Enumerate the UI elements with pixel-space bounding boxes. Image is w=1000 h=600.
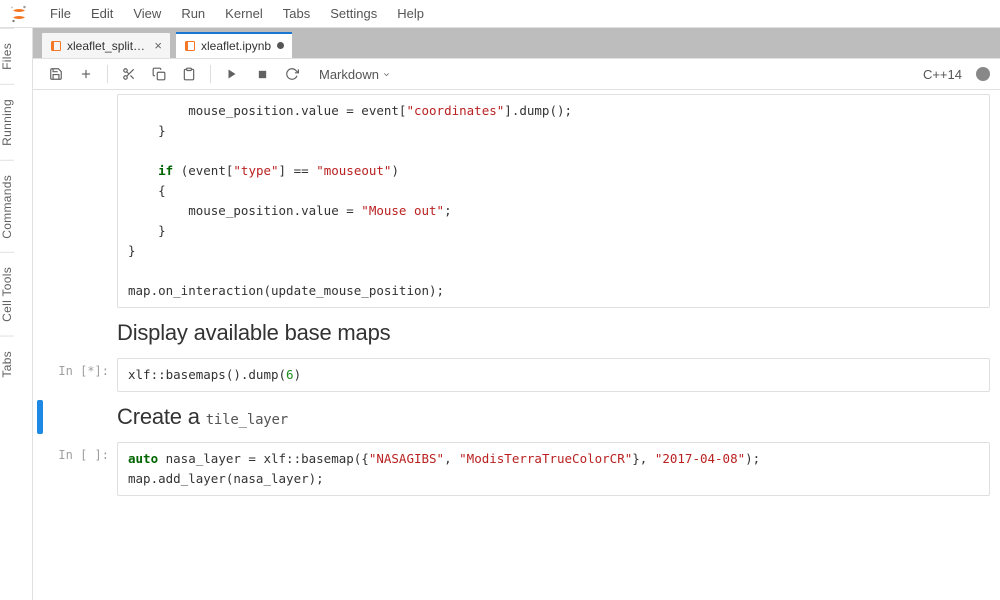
cell-content: Create a tile_layer [117, 400, 990, 434]
main-panel: xleaflet_split_m × xleaflet.ipynb Markdown… [33, 28, 1000, 600]
doc-tab[interactable]: xleaflet_split_m × [41, 32, 171, 58]
doc-tab[interactable]: xleaflet.ipynb [175, 32, 293, 58]
doc-tab-label: xleaflet_split_m [67, 39, 148, 53]
kernel-name[interactable]: C++14 [923, 67, 962, 82]
cell-content: auto nasa_layer = xlf::basemap({"NASAGIB… [117, 442, 990, 496]
close-icon[interactable]: × [154, 38, 162, 53]
jupyter-logo [8, 3, 30, 25]
cell-type-label: Markdown [319, 67, 379, 82]
cell-prompt [43, 94, 117, 308]
cell-type-select[interactable]: Markdown [315, 65, 395, 84]
insert-cell-button[interactable] [73, 61, 99, 87]
notebook-icon [184, 40, 196, 52]
sidebar-tab-tabs[interactable]: Tabs [0, 336, 14, 392]
cell-prompt: In [ ]: [43, 442, 117, 496]
kernel-status-indicator[interactable] [976, 67, 990, 81]
left-sidebar: FilesRunningCommandsCell ToolsTabs [0, 28, 33, 600]
paste-button[interactable] [176, 61, 202, 87]
cell-content: xlf::basemaps().dump(6) [117, 358, 990, 392]
menu-tabs[interactable]: Tabs [273, 2, 320, 25]
doc-tab-label: xleaflet.ipynb [201, 39, 271, 53]
unsaved-indicator [277, 42, 284, 49]
save-button[interactable] [43, 61, 69, 87]
code-cell[interactable]: In [ ]:auto nasa_layer = xlf::basemap({"… [37, 438, 990, 500]
markdown-heading: Create a tile_layer [117, 400, 990, 434]
markdown-cell[interactable]: Create a tile_layer [37, 396, 990, 438]
code-cell[interactable]: mouse_position.value = event["coordinate… [37, 90, 990, 312]
cell-content: mouse_position.value = event["coordinate… [117, 94, 990, 308]
menu-run[interactable]: Run [171, 2, 215, 25]
chevron-down-icon [382, 70, 391, 79]
menu-settings[interactable]: Settings [320, 2, 387, 25]
cell-content: Display available base maps [117, 316, 990, 350]
restart-button[interactable] [279, 61, 305, 87]
sidebar-tab-files[interactable]: Files [0, 28, 14, 84]
stop-button[interactable] [249, 61, 275, 87]
notebook-body[interactable]: mouse_position.value = event["coordinate… [33, 90, 1000, 600]
menu-edit[interactable]: Edit [81, 2, 123, 25]
sidebar-tab-running[interactable]: Running [0, 84, 14, 160]
markdown-cell[interactable]: Display available base maps [37, 312, 990, 354]
copy-button[interactable] [146, 61, 172, 87]
notebook-icon [50, 40, 62, 52]
markdown-heading: Display available base maps [117, 316, 990, 350]
inline-code: tile_layer [206, 412, 288, 428]
top-menu-bar: FileEditViewRunKernelTabsSettingsHelp [0, 0, 1000, 28]
code-cell[interactable]: In [*]:xlf::basemaps().dump(6) [37, 354, 990, 396]
notebook-toolbar: Markdown C++14 [33, 58, 1000, 90]
cell-prompt [43, 316, 117, 350]
tab-bar: xleaflet_split_m × xleaflet.ipynb [33, 28, 1000, 58]
sidebar-tab-commands[interactable]: Commands [0, 160, 14, 253]
cell-prompt [43, 400, 117, 434]
sidebar-tab-cell-tools[interactable]: Cell Tools [0, 252, 14, 336]
menu-help[interactable]: Help [387, 2, 434, 25]
cut-button[interactable] [116, 61, 142, 87]
run-button[interactable] [219, 61, 245, 87]
menu-view[interactable]: View [123, 2, 171, 25]
menu-file[interactable]: File [40, 2, 81, 25]
menu-kernel[interactable]: Kernel [215, 2, 273, 25]
cell-prompt: In [*]: [43, 358, 117, 392]
